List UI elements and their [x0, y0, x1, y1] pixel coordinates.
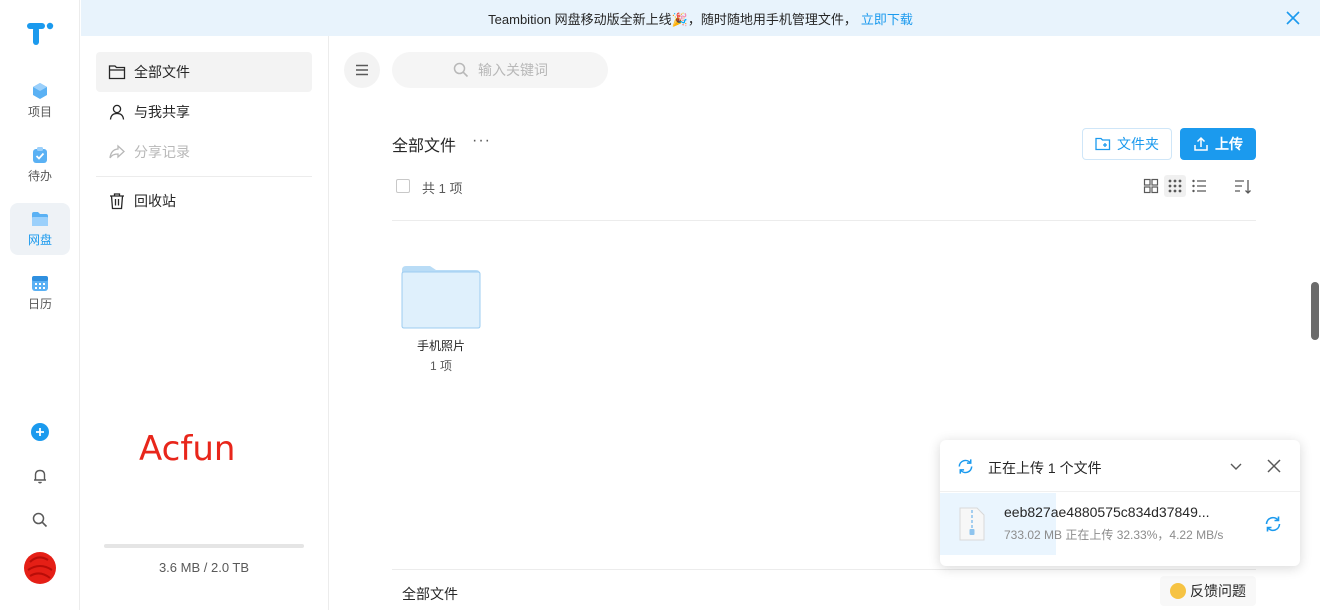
rail-item-calendar[interactable]: 日历 — [10, 267, 70, 319]
rail-item-project[interactable]: 项目 — [10, 75, 70, 127]
drive-sidebar: 全部文件 与我共享 分享记录 回收站 Acfun 3.6 MB / 2.0 TB — [81, 36, 329, 610]
project-icon — [33, 83, 47, 99]
folder-plus-icon — [1095, 137, 1111, 151]
upload-file-row: eeb827ae4880575c834d37849... 733.02 MB 正… — [940, 493, 1300, 555]
confused-emoji-icon — [1170, 583, 1186, 599]
view-switcher — [1140, 175, 1212, 197]
more-options-button[interactable]: ··· — [472, 132, 491, 150]
nav-label: 回收站 — [134, 193, 176, 209]
storage-progress-bar — [104, 544, 304, 548]
watermark-text: Acfun — [139, 429, 236, 469]
feedback-button[interactable]: 反馈问题 — [1160, 576, 1256, 606]
scrollbar-thumb[interactable] — [1311, 282, 1319, 340]
avatar[interactable] — [20, 548, 60, 588]
rail-label-calendar: 日历 — [27, 297, 52, 311]
nav-item-all-files[interactable]: 全部文件 — [96, 52, 312, 92]
small-grid-view-button[interactable] — [1164, 175, 1186, 197]
download-link[interactable]: 立即下载 — [861, 9, 913, 28]
refresh-icon[interactable] — [1263, 514, 1283, 534]
announcement-banner: Teambition 网盘移动版全新上线🎉，随时随地用手机管理文件， 立即下载 — [81, 0, 1320, 36]
banner-text: Teambition 网盘移动版全新上线🎉，随时随地用手机管理文件， — [488, 11, 857, 27]
user-icon — [109, 104, 125, 120]
nav-item-share-history[interactable]: 分享记录 — [96, 132, 312, 172]
teambition-logo[interactable] — [26, 22, 54, 46]
rail-item-todo[interactable]: 待办 — [10, 139, 70, 191]
calendar-icon — [32, 276, 48, 291]
app-window: 项目 待办 网盘 日历 Teambition 网盘移动版全新上线🎉，随时随地用手… — [0, 0, 1320, 610]
upload-panel-title: 正在上传 1 个文件 — [988, 460, 1102, 476]
page-title: 全部文件 — [392, 138, 457, 155]
nav-item-recycle-bin[interactable]: 回收站 — [96, 181, 312, 221]
upload-button[interactable]: 上传 — [1180, 128, 1256, 160]
sync-icon — [958, 459, 973, 474]
nav-item-shared-with-me[interactable]: 与我共享 — [96, 92, 312, 132]
bell-icon[interactable] — [31, 467, 49, 485]
left-rail: 项目 待办 网盘 日历 — [0, 0, 80, 610]
menu-button[interactable] — [344, 52, 380, 88]
trash-icon — [110, 193, 124, 210]
plus-circle-icon[interactable] — [30, 422, 50, 442]
list-view-button[interactable] — [1188, 175, 1210, 197]
storage-usage-text: 3.6 MB / 2.0 TB — [158, 560, 250, 575]
folder-item[interactable]: 手机照片 1 项 — [400, 264, 482, 374]
todo-icon — [33, 147, 47, 163]
breadcrumb[interactable]: 全部文件 — [402, 584, 458, 604]
search-icon — [453, 62, 469, 78]
share-icon — [109, 144, 125, 159]
feedback-label: 反馈问题 — [1190, 583, 1246, 599]
bottom-bar: 全部文件 反馈问题 — [392, 569, 1256, 610]
large-grid-view-button[interactable] — [1140, 175, 1162, 197]
folder-item-count: 1 项 — [429, 359, 452, 373]
header-divider — [392, 220, 1256, 221]
upload-file-name: eeb827ae4880575c834d37849... — [1004, 504, 1210, 520]
upload-panel-header: 正在上传 1 个文件 — [940, 440, 1300, 492]
sort-icon[interactable] — [1233, 177, 1253, 197]
grid-large-icon — [1143, 178, 1159, 194]
upload-icon — [1194, 136, 1208, 151]
rail-label-todo: 待办 — [27, 169, 52, 183]
close-icon[interactable] — [1265, 457, 1283, 475]
new-folder-label: 文件夹 — [1117, 136, 1159, 152]
menu-icon — [356, 64, 368, 76]
item-count: 共 1 项 — [422, 181, 463, 196]
chevron-down-icon[interactable] — [1228, 458, 1244, 474]
list-icon — [1192, 179, 1206, 193]
rail-item-drive[interactable]: 网盘 — [10, 203, 70, 255]
nav-label: 全部文件 — [134, 64, 190, 80]
close-icon[interactable] — [1284, 9, 1302, 27]
upload-label: 上传 — [1215, 136, 1243, 152]
zip-file-icon — [959, 507, 985, 541]
upload-file-status: 733.02 MB 正在上传 32.33%，4.22 MB/s — [1004, 528, 1224, 542]
folder-icon — [401, 266, 481, 329]
select-all-checkbox[interactable] — [396, 179, 410, 193]
upload-progress-panel: 正在上传 1 个文件 eeb827ae4880575c834d37849... … — [940, 440, 1300, 566]
search-input[interactable] — [392, 52, 608, 88]
search-icon[interactable] — [31, 511, 49, 529]
new-folder-button[interactable]: 文件夹 — [1082, 128, 1172, 160]
folder-open-icon — [108, 65, 126, 80]
nav-divider — [96, 176, 312, 177]
rail-label-drive: 网盘 — [27, 233, 52, 247]
nav-label: 分享记录 — [134, 144, 190, 160]
grid-small-icon — [1168, 179, 1182, 193]
folder-name: 手机照片 — [416, 339, 465, 353]
nav-label: 与我共享 — [134, 104, 190, 120]
rail-label-project: 项目 — [27, 105, 52, 119]
drive-icon — [32, 212, 48, 226]
